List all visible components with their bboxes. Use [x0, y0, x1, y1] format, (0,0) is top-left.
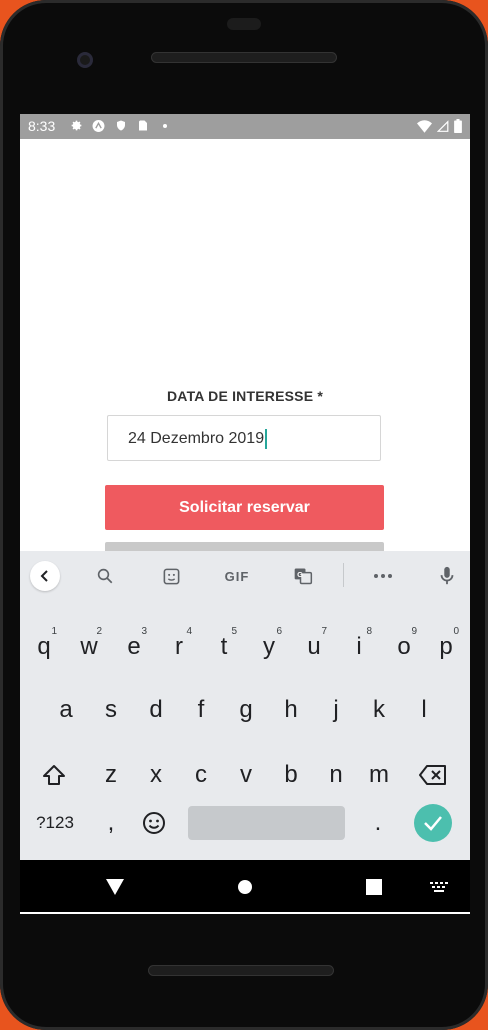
status-bar: 8:33	[20, 114, 470, 139]
key-n[interactable]: n	[315, 753, 357, 797]
shield-icon	[114, 119, 127, 132]
recents-square-icon[interactable]	[361, 874, 387, 900]
key-label: t	[220, 633, 228, 660]
key-q[interactable]: q1	[23, 625, 65, 669]
date-input-value: 24 Dezembro 2019	[128, 430, 265, 447]
key-label: e	[127, 633, 141, 660]
key-r[interactable]: r4	[158, 625, 200, 669]
battery-icon	[454, 119, 462, 136]
symbols-key[interactable]: ?123	[32, 801, 78, 845]
key-h[interactable]: h	[270, 688, 312, 732]
key-hint: 5	[231, 626, 237, 637]
key-label: u	[307, 633, 321, 660]
sticker-icon[interactable]	[158, 563, 184, 589]
key-j[interactable]: j	[315, 688, 357, 732]
translate-icon[interactable]: G	[290, 563, 316, 589]
search-icon[interactable]	[92, 563, 118, 589]
key-label: w	[80, 633, 98, 660]
backspace-key-icon[interactable]	[412, 753, 454, 797]
key-label: o	[397, 633, 411, 660]
key-e[interactable]: e3	[113, 625, 155, 669]
front-camera	[77, 52, 93, 68]
key-c[interactable]: c	[180, 753, 222, 797]
settings-gear-icon	[70, 119, 83, 132]
svg-text:G: G	[297, 570, 303, 579]
keyboard-toolbar: GIF G	[20, 551, 470, 601]
key-d[interactable]: d	[135, 688, 177, 732]
keyboard-switcher-icon[interactable]	[426, 874, 452, 900]
key-m[interactable]: m	[358, 753, 400, 797]
key-label: y	[263, 633, 275, 660]
key-f[interactable]: f	[180, 688, 222, 732]
key-label: r	[175, 633, 183, 660]
earpiece-speaker	[151, 52, 337, 63]
key-hint: 0	[453, 626, 459, 637]
period-key[interactable]: .	[357, 801, 399, 845]
key-w[interactable]: w2	[68, 625, 110, 669]
key-label: i	[356, 633, 362, 660]
key-b[interactable]: b	[270, 753, 312, 797]
key-hint: 2	[96, 626, 102, 637]
toolbar-divider	[343, 563, 344, 587]
emoji-key-icon[interactable]	[133, 801, 175, 845]
home-circle-icon[interactable]	[232, 874, 258, 900]
key-hint: 3	[141, 626, 147, 637]
back-triangle-icon[interactable]	[102, 874, 128, 900]
date-field-label: DATA DE INTERESSE *	[166, 388, 323, 404]
enter-check-icon[interactable]	[414, 804, 452, 842]
key-hint: 7	[321, 626, 327, 637]
key-t[interactable]: t5	[203, 625, 245, 669]
request-reservation-button[interactable]: Solicitar reservar	[105, 485, 384, 530]
key-hint: 8	[366, 626, 372, 637]
key-y[interactable]: y6	[248, 625, 290, 669]
key-label: p	[439, 633, 453, 660]
key-g[interactable]: g	[225, 688, 267, 732]
system-navigation-bar	[20, 860, 470, 912]
soft-keyboard: GIF G q1 w2 e3 r4 t5 y6 u7 i8 o9 p 0 a s…	[20, 551, 470, 861]
key-v[interactable]: v	[225, 753, 267, 797]
key-k[interactable]: k	[358, 688, 400, 732]
key-u[interactable]: u7	[293, 625, 335, 669]
wifi-icon	[417, 119, 432, 136]
comma-key[interactable]: ,	[90, 801, 132, 845]
key-z[interactable]: z	[90, 753, 132, 797]
key-a[interactable]: a	[45, 688, 87, 732]
cell-signal-icon	[436, 119, 449, 136]
key-hint: 4	[186, 626, 192, 637]
status-time: 8:33	[28, 118, 56, 134]
key-o[interactable]: o9	[383, 625, 425, 669]
key-l[interactable]: l	[403, 688, 445, 732]
date-of-interest-input[interactable]: 24 Dezembro 2019	[107, 415, 381, 461]
key-i[interactable]: i8	[338, 625, 380, 669]
app-a-icon	[92, 119, 105, 132]
key-hint: 6	[276, 626, 282, 637]
notification-dot-icon	[158, 119, 171, 132]
key-label: q	[37, 633, 51, 660]
text-cursor	[265, 428, 268, 449]
gif-button[interactable]: GIF	[220, 563, 254, 589]
phone-frame: 8:33 DATA DE INTERESSE * 24 Dezembro 201…	[0, 0, 488, 1030]
key-x[interactable]: x	[135, 753, 177, 797]
top-speaker-grille	[227, 18, 261, 30]
key-hint: 1	[51, 626, 57, 637]
bottom-speaker-grille	[148, 965, 334, 976]
microphone-icon[interactable]	[434, 563, 460, 589]
key-hint: 9	[411, 626, 417, 637]
collapse-toolbar-chevron-icon[interactable]	[30, 561, 60, 591]
key-p[interactable]: p0	[425, 625, 467, 669]
app-screen: 8:33 DATA DE INTERESSE * 24 Dezembro 201…	[20, 114, 470, 914]
sd-card-icon	[136, 119, 149, 132]
more-options-icon[interactable]	[370, 563, 396, 589]
shift-key-icon[interactable]	[33, 753, 75, 797]
key-s[interactable]: s	[90, 688, 132, 732]
spacebar-key[interactable]	[188, 806, 345, 840]
